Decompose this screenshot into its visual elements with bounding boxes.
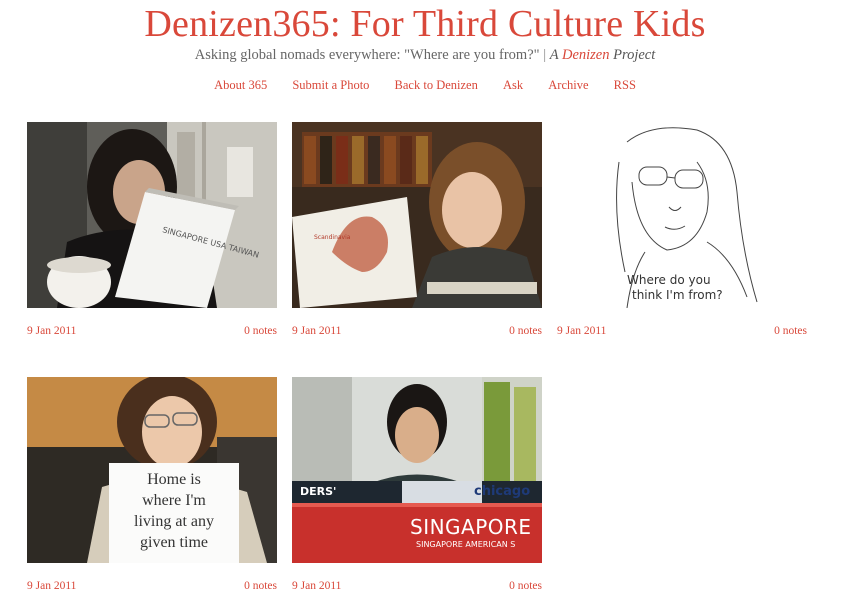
post-photo-map[interactable]: Scandinavia <box>292 122 542 308</box>
nav-archive[interactable]: Archive <box>548 78 588 92</box>
book-spine-2: chicago <box>474 484 531 499</box>
post-notes[interactable]: 0 notes <box>244 324 277 338</box>
post-photo-books[interactable]: DERS' chicago SINGAPORE SINGAPORE AMERIC… <box>292 377 542 563</box>
main-nav: About 365 Submit a Photo Back to Denizen… <box>0 77 850 93</box>
tagline-question: Asking global nomads everywhere: "Where … <box>194 47 540 63</box>
post-date[interactable]: 9 Jan 2011 <box>27 324 76 338</box>
post-photo-reading-book[interactable]: SINGAPORE USA TAIWAN <box>27 122 277 308</box>
nav-ask[interactable]: Ask <box>503 78 523 92</box>
nav-rss[interactable]: RSS <box>614 78 636 92</box>
sign-text: Home is where I'm living at any given ti… <box>134 471 214 551</box>
tagline-project: A Denizen Project <box>549 47 656 63</box>
denizen-link[interactable]: Denizen <box>562 47 610 63</box>
book-spine-3: SINGAPORE <box>410 515 532 539</box>
post-photo-sign[interactable]: Home is where I'm living at any given ti… <box>27 377 277 563</box>
site-title[interactable]: Denizen365: For Third Culture Kids <box>0 2 850 46</box>
post-date[interactable]: 9 Jan 2011 <box>27 579 76 593</box>
post-photo-sketch[interactable]: Where do you think I'm from? <box>557 122 807 308</box>
book-spine-1: DERS' <box>300 485 337 498</box>
post-notes[interactable]: 0 notes <box>774 324 807 338</box>
post-date[interactable]: 9 Jan 2011 <box>557 324 606 338</box>
post-date[interactable]: 9 Jan 2011 <box>292 579 341 593</box>
tagline-separator: | <box>543 47 547 63</box>
nav-about-365[interactable]: About 365 <box>214 78 267 92</box>
tagline: Asking global nomads everywhere: "Where … <box>0 46 850 64</box>
post-date[interactable]: 9 Jan 2011 <box>292 324 341 338</box>
map-label: Scandinavia <box>314 234 351 241</box>
post-notes[interactable]: 0 notes <box>509 579 542 593</box>
sketch-caption-2: think I'm from? <box>632 288 723 302</box>
sketch-caption-1: Where do you <box>627 273 711 287</box>
book-spine-4: SINGAPORE AMERICAN S <box>416 540 516 549</box>
post-notes[interactable]: 0 notes <box>509 324 542 338</box>
nav-back-to-denizen[interactable]: Back to Denizen <box>395 78 478 92</box>
post-notes[interactable]: 0 notes <box>244 579 277 593</box>
nav-submit-photo[interactable]: Submit a Photo <box>292 78 369 92</box>
